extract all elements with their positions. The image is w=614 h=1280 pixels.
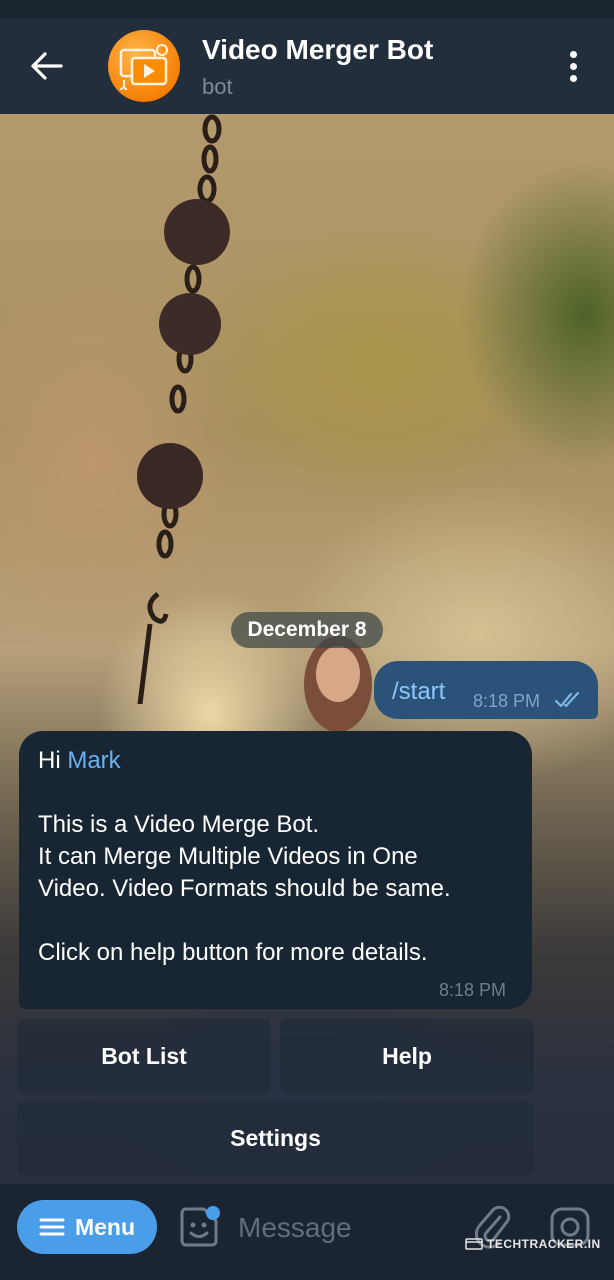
message-line: This is a Video Merge Bot. (38, 811, 320, 838)
message-line: Click on help button for more details. (38, 939, 428, 966)
more-options-button[interactable] (552, 44, 594, 88)
double-check-icon (554, 691, 580, 708)
chat-title[interactable]: Video Merger Bot (202, 34, 433, 66)
user-mention-link[interactable]: Mark (67, 747, 120, 774)
back-button[interactable] (22, 46, 72, 86)
bot-list-button[interactable]: Bot List (17, 1019, 271, 1093)
arrow-left-icon (31, 52, 63, 80)
video-merge-icon (119, 44, 168, 90)
incoming-message-time: 8:18 PM (439, 980, 507, 1000)
incoming-message-text[interactable]: Hi Mark This is a Video Merge Bot. It ca… (38, 745, 518, 969)
outgoing-message-text[interactable]: /start (392, 678, 445, 706)
message-line: Video. Video Formats should be same. (38, 875, 451, 902)
bot-menu-button[interactable]: Menu (17, 1200, 157, 1254)
outgoing-message-time: 8:18 PM (473, 691, 541, 711)
menu-label: Menu (74, 1213, 136, 1240)
greeting-line: Hi Mark (38, 745, 518, 777)
browser-window-icon (465, 1238, 483, 1250)
chat-header: Video Merger Bot bot (0, 18, 614, 114)
message-input[interactable] (238, 1206, 448, 1250)
watermark: TECHTRACKER.IN (465, 1237, 601, 1251)
hamburger-icon (39, 1218, 65, 1236)
more-vertical-icon (569, 50, 577, 58)
bot-avatar[interactable] (108, 30, 180, 102)
sticker-icon[interactable] (176, 1205, 222, 1251)
message-line: It can Merge Multiple Videos in One (38, 843, 418, 870)
chat-subtitle: bot (202, 74, 233, 99)
navigation-bar-strip (0, 1270, 614, 1280)
help-button[interactable]: Help (280, 1019, 534, 1093)
settings-button[interactable]: Settings (17, 1101, 534, 1175)
status-bar (0, 0, 614, 18)
date-divider: December 8 (231, 612, 383, 648)
watermark-text: TECHTRACKER.IN (487, 1237, 601, 1251)
greeting-word: Hi (38, 747, 61, 774)
